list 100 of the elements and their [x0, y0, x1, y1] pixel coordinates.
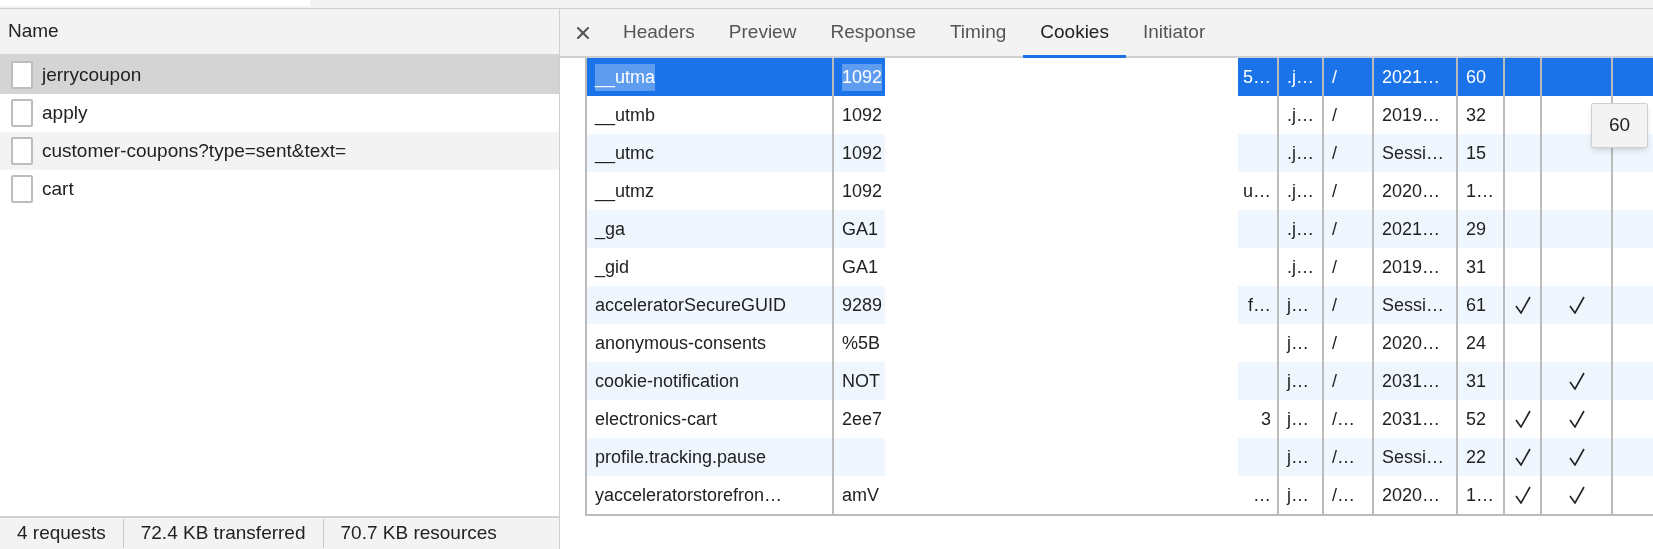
check-icon: [1514, 410, 1531, 428]
cookie-row[interactable]: profile.tracking.pause j… /… Sessi… 22: [587, 438, 1653, 476]
cookie-path: /…: [1332, 483, 1355, 507]
cookie-name: __utma: [595, 63, 656, 91]
column-header[interactable]: Name: [8, 17, 59, 46]
cookie-name: _ga: [595, 217, 626, 242]
request-row[interactable]: jerrycoupon: [0, 56, 559, 94]
cookie-value: 1092: [842, 179, 883, 203]
file-icon: [11, 175, 33, 203]
cookie-value: 1092: [842, 103, 883, 127]
cookie-size: 1…: [1466, 179, 1494, 203]
file-icon: [11, 61, 33, 89]
cookie-row[interactable]: cookie-notification NOT j… / 2031… 31: [587, 362, 1653, 400]
cookie-size: 24: [1466, 331, 1487, 355]
check-icon: [1568, 372, 1585, 390]
cookie-expires: 2019…: [1382, 255, 1441, 279]
cookie-size: 32: [1466, 103, 1487, 127]
tab[interactable]: Timing: [932, 9, 1024, 58]
cookie-name: yacceleratorstorefron…: [595, 483, 783, 507]
cookie-value: …: [1253, 483, 1271, 507]
cookie-path: /: [1332, 141, 1337, 165]
cookie-expires: 2021…: [1382, 217, 1441, 241]
cookie-path: /: [1332, 103, 1337, 127]
cookie-value: amV: [842, 483, 879, 507]
cookie-name: __utmz: [595, 179, 655, 204]
cookie-domain: .j…: [1287, 217, 1314, 241]
cookie-expires: 2021…: [1382, 65, 1441, 89]
cookie-size: 15: [1466, 141, 1487, 165]
cookie-domain: .j…: [1287, 141, 1314, 165]
request-row[interactable]: customer-coupons?type=sent&text=: [0, 132, 559, 170]
cookie-name: electronics-cart: [595, 407, 718, 431]
check-icon: [1568, 410, 1585, 428]
cookie-expires: 2020…: [1382, 179, 1441, 203]
cookie-size: 1…: [1466, 483, 1494, 507]
cookie-row[interactable]: __utmc 1092 .j… / Sessi… 15: [587, 134, 1653, 172]
cookie-path: /…: [1332, 445, 1355, 469]
cookie-size: 22: [1466, 445, 1487, 469]
cookie-domain: j…: [1287, 331, 1309, 355]
tab[interactable]: Preview: [711, 9, 814, 58]
cookie-size: 29: [1466, 217, 1487, 241]
tab[interactable]: Headers: [606, 9, 712, 58]
cookie-path: /…: [1332, 407, 1355, 431]
cookie-value: 9289: [842, 293, 883, 317]
cookie-path: /: [1332, 293, 1337, 317]
cookie-domain: .j…: [1287, 103, 1314, 127]
cookie-domain: .j…: [1287, 179, 1314, 203]
check-icon: [1514, 486, 1531, 504]
cookie-value: 1092: [842, 141, 883, 165]
cookie-domain: .j…: [1287, 65, 1314, 89]
cookie-path: /: [1332, 369, 1337, 393]
cookie-expires: Sessi…: [1382, 293, 1444, 317]
check-icon: [1514, 296, 1531, 314]
check-icon: [1568, 486, 1585, 504]
cookie-path: /: [1332, 217, 1337, 241]
tab[interactable]: Initiator: [1125, 9, 1223, 58]
tooltip: 60: [1591, 103, 1648, 148]
cookie-domain: j…: [1287, 483, 1309, 507]
cookie-expires: 2020…: [1382, 483, 1441, 507]
cookie-domain: j…: [1287, 369, 1309, 393]
cookie-domain: .j…: [1287, 255, 1314, 279]
status-text: 72.4 KB transferred: [122, 519, 323, 548]
cookie-name: _gid: [595, 255, 630, 280]
cookie-name: cookie-notification: [595, 369, 740, 393]
cookie-size: 60: [1466, 65, 1487, 89]
cookie-domain: j…: [1287, 407, 1309, 431]
cookie-row[interactable]: _ga GA1 .j… / 2021… 29: [587, 210, 1653, 248]
cookie-name: profile.tracking.pause: [595, 445, 767, 469]
file-icon: [11, 99, 33, 127]
cookie-domain: j…: [1287, 445, 1309, 469]
cookie-expires: 2020…: [1382, 331, 1441, 355]
cookie-expires: Sessi…: [1382, 445, 1444, 469]
cookie-name: __utmb: [595, 103, 656, 128]
status-text: 70.7 KB resources: [322, 519, 514, 548]
cookie-value: NOT: [842, 369, 880, 393]
cookie-name: acceleratorSecureGUID: [595, 293, 787, 317]
check-icon: [1514, 448, 1531, 466]
cookie-value: 1092: [842, 63, 883, 91]
tab[interactable]: Response: [813, 9, 933, 58]
cookie-path: /: [1332, 331, 1337, 355]
cookie-row[interactable]: acceleratorSecureGUID 9289 f… j… / Sessi… 61: [587, 286, 1653, 324]
cookie-row[interactable]: __utma 1092 5… .j… / 2021… 60: [587, 58, 1653, 96]
cookie-path: /: [1332, 179, 1337, 203]
cookie-value: 3: [1261, 407, 1271, 431]
cookie-expires: 2031…: [1382, 407, 1441, 431]
cookie-name: __utmc: [595, 141, 655, 166]
cookie-path: /: [1332, 255, 1337, 279]
cookie-path: /: [1332, 65, 1337, 89]
cookie-expires: 2019…: [1382, 103, 1441, 127]
cookie-expires: 2031…: [1382, 369, 1441, 393]
cookie-size: 31: [1466, 369, 1487, 393]
cookie-value: GA1: [842, 255, 879, 279]
check-icon: [1568, 296, 1585, 314]
status-text: 4 requests: [16, 521, 107, 546]
cookie-value: u…: [1243, 179, 1271, 203]
request-name: apply: [42, 100, 88, 125]
cookie-value: f…: [1248, 293, 1271, 317]
cookie-value: 5…: [1243, 65, 1271, 89]
file-icon: [11, 137, 33, 165]
cookie-size: 31: [1466, 255, 1487, 279]
cookie-value: GA1: [842, 217, 879, 241]
